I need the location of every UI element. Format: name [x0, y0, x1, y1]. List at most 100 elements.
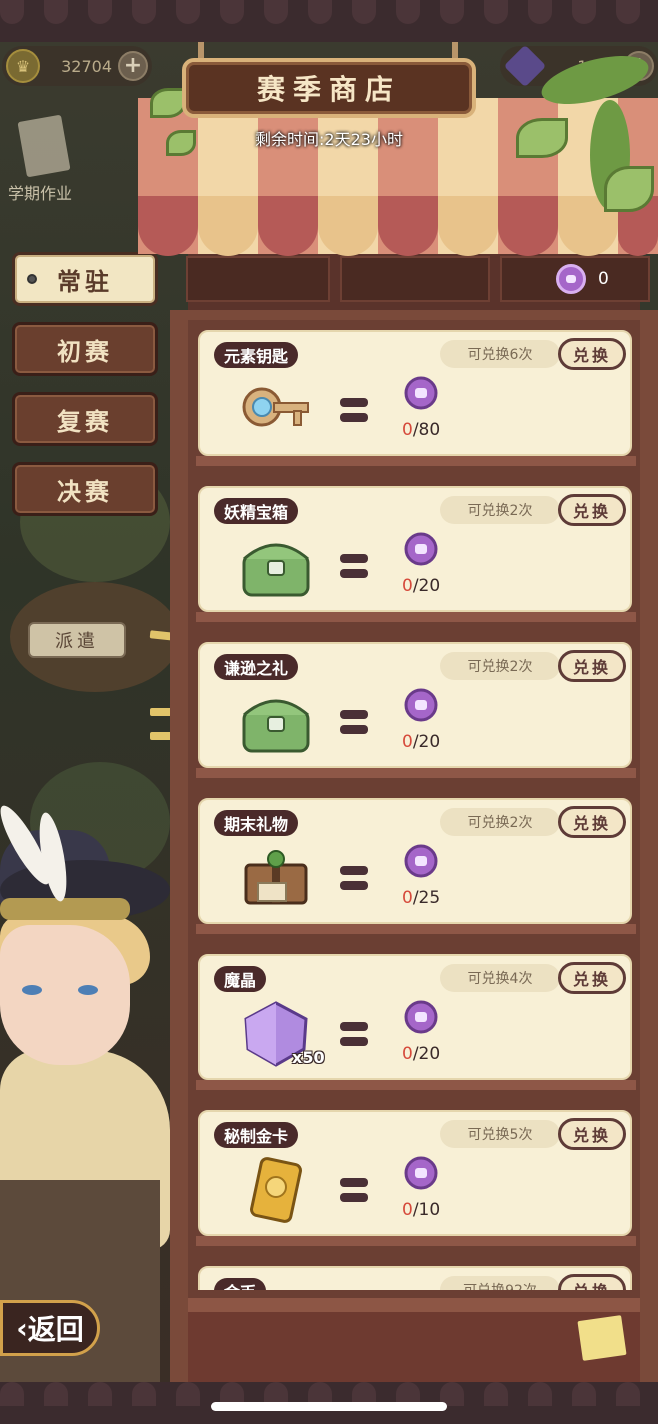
shop-tabs: 常驻 初赛 复赛 决赛 — [12, 252, 158, 532]
add-gold-button[interactable]: + — [118, 51, 148, 81]
equals-icon — [340, 866, 368, 892]
top-border — [0, 0, 658, 42]
awning-scallop — [498, 196, 558, 256]
card-shelf — [196, 924, 636, 934]
tab-label: 复赛 — [57, 407, 113, 436]
owned-tokens: 0 — [402, 420, 413, 440]
homework-icon[interactable] — [17, 114, 71, 178]
exchange-limit: 可兑换2次 — [440, 808, 560, 836]
element-key-icon — [234, 372, 318, 448]
season-token-icon — [404, 688, 438, 722]
awning-scallop — [138, 196, 198, 256]
redeem-button[interactable]: 兑换 — [558, 962, 626, 994]
item-name: 谦逊之礼 — [214, 654, 299, 680]
owned-tokens: 0 — [402, 1044, 413, 1064]
pin-icon — [27, 274, 37, 284]
exchange-limit: 可兑换2次 — [440, 652, 560, 680]
shop-item-card: 谦逊之礼 可兑换2次 兑换 0/20 — [198, 642, 632, 768]
item-quantity: x50 — [292, 1048, 325, 1067]
item-name: 期末礼物 — [214, 810, 299, 836]
shop-item-card: 秘制金卡 可兑换5次 兑换 0/10 — [198, 1110, 632, 1236]
exchange-limit: 可兑换2次 — [440, 496, 560, 524]
leaf-decoration — [516, 118, 568, 158]
required-tokens: /25 — [412, 888, 441, 908]
owned-tokens: 0 — [402, 1200, 413, 1220]
season-token-icon — [404, 1000, 438, 1034]
tab-label: 初赛 — [57, 337, 113, 366]
shop-item-card: 期末礼物 可兑换2次 兑换 0/25 — [198, 798, 632, 924]
dispatch-button[interactable]: 派遣 — [28, 622, 126, 658]
back-label: 返回 — [27, 1313, 84, 1346]
awning-scallop — [198, 196, 258, 256]
redeem-button[interactable]: 兑换 — [558, 806, 626, 838]
season-token-icon — [404, 532, 438, 566]
equals-icon — [340, 554, 368, 580]
gold-card-icon — [234, 1152, 318, 1228]
item-name: 妖精宝箱 — [214, 498, 299, 524]
gold-currency: ♛ 32704 + — [2, 46, 152, 86]
item-price: 0/20 — [402, 576, 440, 596]
required-tokens: /20 — [412, 1044, 441, 1064]
item-price: 0/80 — [402, 420, 440, 440]
remaining-time: 剩余时间:2天23小时 — [255, 130, 403, 149]
required-tokens: /20 — [412, 576, 441, 596]
tab-permanent[interactable]: 常驻 — [12, 252, 158, 306]
shelf-slot — [340, 256, 490, 302]
item-name: 秘制金卡 — [214, 1122, 299, 1148]
season-token-icon — [404, 1156, 438, 1190]
token-count: 0 — [598, 269, 609, 289]
required-tokens: /80 — [412, 420, 441, 440]
awning-scallop — [438, 196, 498, 256]
item-price: 0/20 — [402, 732, 440, 752]
season-token-icon — [556, 264, 586, 294]
awning-scallop — [318, 196, 378, 256]
equals-icon — [340, 710, 368, 736]
card-shelf — [196, 1236, 636, 1246]
shelf-slot — [186, 256, 330, 302]
card-shelf — [196, 1080, 636, 1090]
exchange-limit: 可兑换5次 — [440, 1120, 560, 1148]
shop-item-card: 魔晶 可兑换4次 兑换 x50 0/20 — [198, 954, 632, 1080]
homework-label[interactable]: 学期作业 — [8, 180, 72, 204]
exchange-limit: 可兑换6次 — [440, 340, 560, 368]
card-shelf — [196, 612, 636, 622]
redeem-button[interactable]: 兑换 — [558, 338, 626, 370]
redeem-button[interactable]: 兑换 — [558, 1118, 626, 1150]
equals-icon — [340, 398, 368, 424]
item-price: 0/10 — [402, 1200, 440, 1220]
shop-counter — [188, 1298, 640, 1382]
redeem-button[interactable]: 兑换 — [558, 650, 626, 682]
humility-chest-icon — [234, 684, 318, 760]
awning-scallop — [378, 196, 438, 256]
tab-preliminary[interactable]: 初赛 — [12, 322, 158, 376]
card-shelf — [196, 456, 636, 466]
owned-tokens: 0 — [402, 732, 413, 752]
gold-amount: 32704 — [61, 56, 112, 76]
redeem-button[interactable]: 兑换 — [558, 1274, 626, 1290]
required-tokens: /10 — [412, 1200, 441, 1220]
tab-semifinal[interactable]: 复赛 — [12, 392, 158, 446]
season-shop-screen: ♛ 32704 + 1098 + 学期作业 常驻 初赛 复赛 决赛 派遣 — [0, 0, 658, 1424]
item-name: 元素钥匙 — [214, 342, 299, 368]
shop-item-list[interactable]: 元素钥匙 可兑换6次 兑换 0/80 妖精宝箱 可兑换2次 兑换 0/20 谦逊… — [196, 330, 636, 1290]
card-shelf — [196, 768, 636, 778]
required-tokens: /20 — [412, 732, 441, 752]
shop-title: 赛季商店 — [182, 58, 476, 118]
home-indicator[interactable] — [211, 1402, 447, 1411]
season-token-icon — [404, 844, 438, 878]
fairy-chest-icon — [234, 528, 318, 604]
equals-icon — [340, 1022, 368, 1048]
back-arrow-icon: ‹ — [16, 1311, 28, 1345]
gem-icon — [503, 44, 547, 88]
redeem-button[interactable]: 兑换 — [558, 494, 626, 526]
item-name: 金币 — [214, 1278, 267, 1290]
item-price: 0/25 — [402, 888, 440, 908]
back-button[interactable]: ‹ 返回 — [0, 1300, 100, 1356]
shop-item-card: 元素钥匙 可兑换6次 兑换 0/80 — [198, 330, 632, 456]
gold-coin-icon: ♛ — [6, 49, 40, 83]
equals-icon — [340, 1178, 368, 1204]
gift-box-icon — [234, 840, 318, 916]
exchange-limit: 可兑换92次 — [440, 1276, 560, 1290]
tab-final[interactable]: 决赛 — [12, 462, 158, 516]
token-balance: 0 — [556, 264, 609, 294]
